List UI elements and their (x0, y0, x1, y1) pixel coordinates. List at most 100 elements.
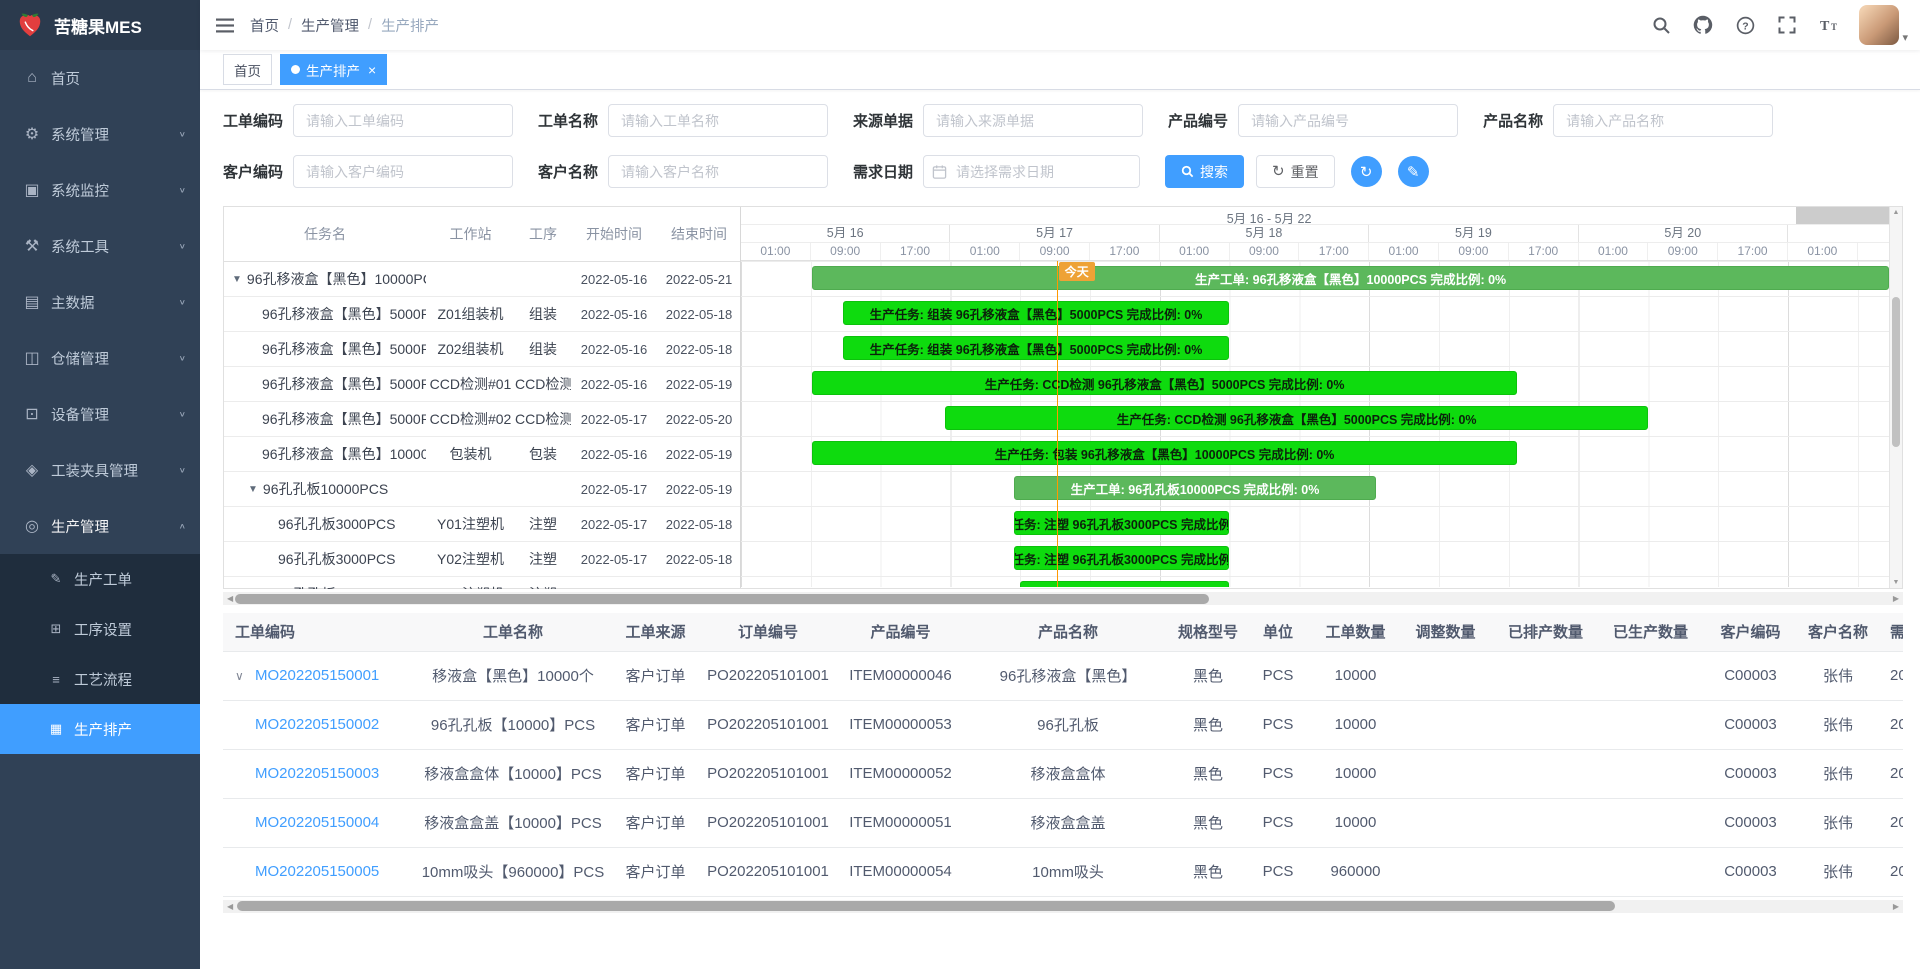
order-row[interactable]: ∨MO202205150001移液盒【黑色】10000个客户订单PO202205… (223, 651, 1903, 700)
order-cell: 黑色 (1173, 847, 1243, 896)
fullscreen-button[interactable] (1769, 0, 1805, 50)
tab-close-icon[interactable]: × (368, 63, 376, 77)
filter-input[interactable] (1553, 104, 1773, 137)
orders-column-header-11: 已生产数量 (1598, 613, 1703, 651)
gantt-bar-label: 生产任务: 注塑 96孔孔板3000PCS 完成比例: 0% (1014, 549, 1229, 568)
edit-columns-circle-button[interactable]: ✎ (1398, 156, 1429, 187)
order-cell (1598, 847, 1703, 896)
github-button[interactable] (1685, 0, 1721, 50)
tab-production-scheduling[interactable]: 生产排产 × (280, 54, 387, 85)
gantt-task-row[interactable]: 96孔移液盒【黑色】5000PCSZ02组装机组装2022-05-162022-… (224, 332, 740, 367)
vertical-scroll-thumb[interactable] (1892, 297, 1900, 447)
sidebar-item-0[interactable]: ⌂首页 (0, 50, 200, 106)
order-code-link[interactable]: MO202205150002 (255, 716, 379, 733)
order-code-link[interactable]: MO202205150003 (255, 765, 379, 782)
order-code-link[interactable]: MO202205150001 (255, 667, 379, 684)
sidebar-item-7[interactable]: ◈工装夹具管理∨ (0, 442, 200, 498)
refresh-circle-button[interactable]: ↻ (1351, 156, 1382, 187)
search-button[interactable]: 搜索 (1165, 155, 1244, 188)
gantt-bar-task[interactable]: 生产任务: 组装 96孔移液盒【黑色】5000PCS 完成比例: 0% (843, 336, 1229, 360)
row-expand-icon[interactable]: ∨ (235, 669, 249, 683)
gantt-task-row[interactable]: ▼96孔孔板10000PCS2022-05-172022-05-19 (224, 472, 740, 507)
orders-column-header-1: 工单名称 (413, 613, 613, 651)
gantt-vertical-scrollbar[interactable]: ▲ ▼ (1889, 207, 1902, 588)
user-avatar[interactable] (1859, 5, 1899, 45)
sidebar-item-3[interactable]: ⚒系统工具∨ (0, 218, 200, 274)
timeline-hour-label: 01:00 (1160, 243, 1230, 260)
order-row[interactable]: MO202205150004移液盒盒盖【10000】PCS客户订单PO20220… (223, 798, 1903, 847)
sidebar-item-1[interactable]: ⚙系统管理∨ (0, 106, 200, 162)
sidebar-toggle-button[interactable] (200, 0, 250, 50)
gantt-task-row[interactable]: 96孔孔板3000PCSY02注塑机注塑2022-05-172022-05-18 (224, 542, 740, 577)
tree-expand-icon[interactable]: ▼ (232, 274, 242, 285)
sidebar-item-6[interactable]: ⊡设备管理∨ (0, 386, 200, 442)
scroll-down-arrow-icon[interactable]: ▼ (1893, 579, 1900, 586)
app-logo[interactable]: 苦糖果MES (0, 0, 200, 50)
breadcrumb-item-home[interactable]: 首页 (250, 15, 279, 36)
sidebar-subitem-1[interactable]: ⊞工序设置 (0, 604, 200, 654)
gantt-bar-order[interactable]: 生产工单: 96孔移液盒【黑色】10000PCS 完成比例: 0% (812, 266, 1889, 290)
date-input[interactable] (923, 155, 1140, 188)
filter-input[interactable] (293, 104, 513, 137)
scroll-right-arrow-icon[interactable]: ▶ (1893, 594, 1899, 603)
gantt-bar-task[interactable]: 生产任务: 组装 96孔移液盒【黑色】5000PCS 完成比例: 0% (843, 301, 1229, 325)
gantt-bar-task[interactable]: 生产任务: 注塑 96孔孔板3000PCS 完成比例: 0% (1014, 546, 1229, 570)
timeline-hours-row: 01:0009:0017:0001:0009:0017:0001:0009:00… (741, 243, 1889, 261)
gantt-task-row[interactable]: 96孔移液盒【黑色】5000PCSCCD检测#01CCD检测2022-05-16… (224, 367, 740, 402)
gantt-bar-task[interactable]: 生产任务: CCD检测 96孔移液盒【黑色】5000PCS 完成比例: 0% (945, 406, 1648, 430)
order-cell: ITEM00000053 (838, 700, 963, 749)
sidebar-item-8[interactable]: ◎生产管理∧ (0, 498, 200, 554)
help-button[interactable]: ? (1727, 0, 1763, 50)
gantt-bar-task[interactable]: 生产任务: CCD检测 96孔移液盒【黑色】5000PCS 完成比例: 0% (812, 371, 1517, 395)
scroll-right-arrow-icon[interactable]: ▶ (1893, 902, 1899, 911)
font-size-button[interactable]: TT (1811, 0, 1847, 50)
sidebar-item-2[interactable]: ▣系统监控∨ (0, 162, 200, 218)
table-horizontal-scrollbar[interactable]: ◀ ▶ (223, 900, 1903, 913)
timeline-days-row: 5月 165月 175月 185月 195月 20 (741, 225, 1889, 243)
filter-input[interactable] (608, 155, 828, 188)
order-code-link[interactable]: MO202205150005 (255, 863, 379, 880)
gantt-task-row[interactable]: 96孔孔板3000PCSY01注塑机注塑2022-05-172022-05-18 (224, 507, 740, 542)
order-row[interactable]: MO202205150003移液盒盒体【10000】PCS客户订单PO20220… (223, 749, 1903, 798)
gantt-bar-order[interactable]: 生产工单: 96孔孔板10000PCS 完成比例: 0% (1014, 476, 1376, 500)
filter-input[interactable] (293, 155, 513, 188)
order-cell: ITEM00000051 (838, 798, 963, 847)
scroll-left-arrow-icon[interactable]: ◀ (227, 594, 233, 603)
order-code-link[interactable]: MO202205150004 (255, 814, 379, 831)
user-menu[interactable]: ▾ (1859, 5, 1908, 45)
gantt-horizontal-scrollbar[interactable]: ◀ ▶ (223, 592, 1903, 605)
sidebar-item-5[interactable]: ◫仓储管理∨ (0, 330, 200, 386)
tab-home[interactable]: 首页 (223, 54, 272, 85)
breadcrumb-item-production[interactable]: 生产管理 (301, 15, 359, 36)
font-size-icon: TT (1819, 16, 1839, 34)
scroll-left-arrow-icon[interactable]: ◀ (227, 902, 233, 911)
gantt-bar-task[interactable]: 生产任务: 注塑 96孔孔板3000PCS 完成比例: 0% (1020, 581, 1229, 587)
gantt-bar-task[interactable]: 生产任务: 包装 96孔移液盒【黑色】10000PCS 完成比例: 0% (812, 441, 1517, 465)
reset-button[interactable]: ↻ 重置 (1256, 155, 1335, 188)
order-cell: C00003 (1703, 749, 1798, 798)
horizontal-scroll-thumb[interactable] (235, 594, 1209, 604)
filter-input[interactable] (608, 104, 828, 137)
tree-expand-icon[interactable]: ▼ (248, 484, 258, 495)
gantt-task-row[interactable]: 96孔移液盒【黑色】5000PCSCCD检测#02CCD检测2022-05-17… (224, 402, 740, 437)
gantt-end-time: 2022-05-21 (657, 272, 740, 287)
order-row[interactable]: MO20220515000510mm吸头【960000】PCS客户订单PO202… (223, 847, 1903, 896)
order-row[interactable]: MO20220515000296孔孔板【10000】PCS客户订单PO20220… (223, 700, 1903, 749)
gantt-bar-label: 生产任务: CCD检测 96孔移液盒【黑色】5000PCS 完成比例: 0% (985, 374, 1345, 393)
caret-down-icon[interactable]: ▾ (1902, 31, 1908, 45)
sidebar-subitem-2[interactable]: ≡工艺流程 (0, 654, 200, 704)
horizontal-scroll-thumb[interactable] (237, 901, 1615, 911)
scroll-up-arrow-icon[interactable]: ▲ (1893, 209, 1900, 216)
gantt-task-row[interactable]: ▼96孔移液盒【黑色】10000PCS2022-05-162022-05-21 (224, 262, 740, 297)
filter-input[interactable] (923, 104, 1143, 137)
gantt-task-row[interactable]: 96孔移液盒【黑色】5000PCSZ01组装机组装2022-05-162022-… (224, 297, 740, 332)
gantt-bar-task[interactable]: 生产任务: 注塑 96孔孔板3000PCS 完成比例: 0% (1014, 511, 1229, 535)
sidebar-item-4[interactable]: ▤主数据∨ (0, 274, 200, 330)
gantt-task-row[interactable]: 96孔移液盒【黑色】10000PCS包装机包装2022-05-162022-05… (224, 437, 740, 472)
header-search-button[interactable] (1643, 0, 1679, 50)
gantt-task-row[interactable]: 96孔孔板3000PCSY03注塑机注塑2022-05-172022-05-18 (224, 577, 740, 589)
sidebar-subitem-0[interactable]: ✎生产工单 (0, 554, 200, 604)
filter-input[interactable] (1238, 104, 1458, 137)
sidebar-subitem-3[interactable]: ▦生产排产 (0, 704, 200, 754)
gantt-task-name-cell: 96孔移液盒【黑色】5000PCS (224, 304, 426, 324)
